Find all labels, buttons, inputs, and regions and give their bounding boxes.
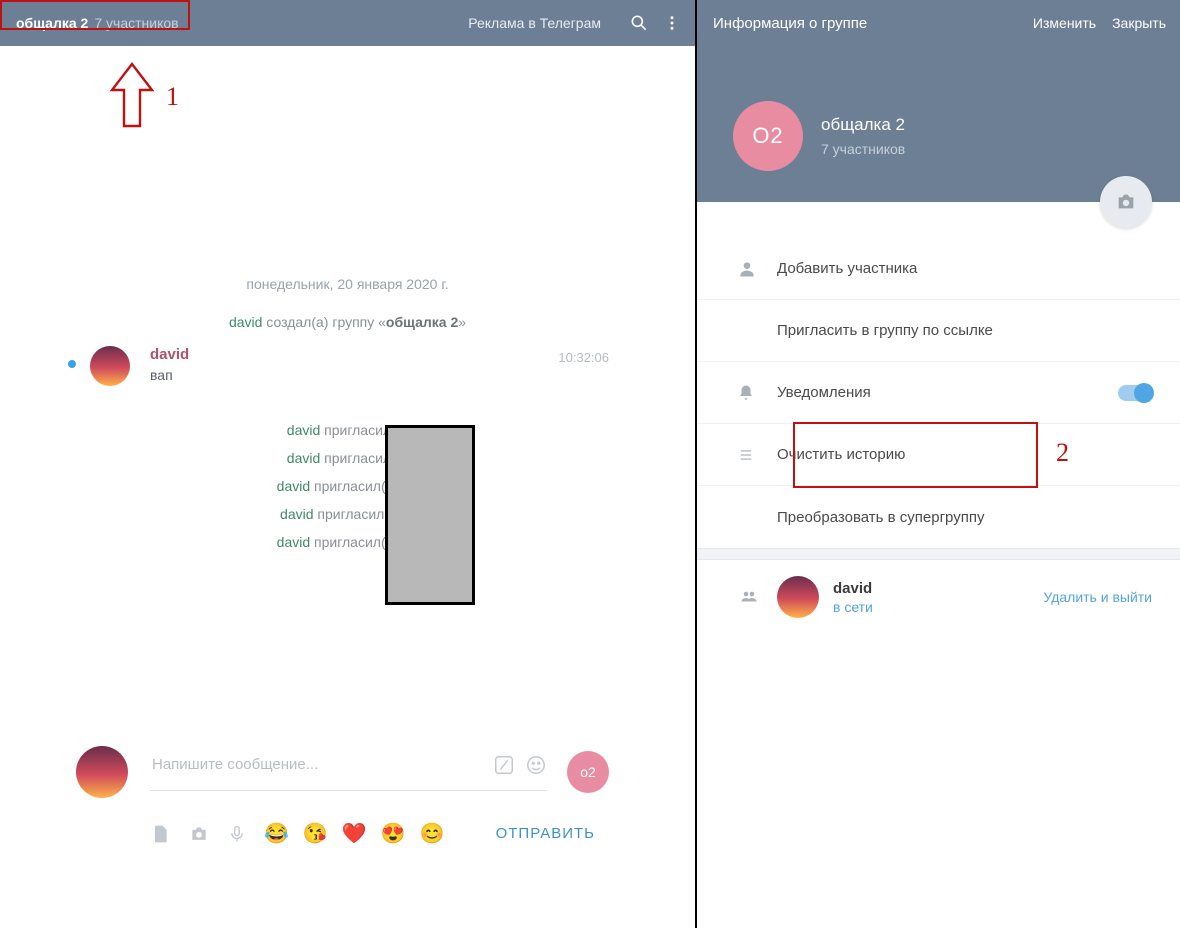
- send-button[interactable]: ОТПРАВИТЬ: [496, 825, 595, 842]
- camera-icon[interactable]: [188, 824, 210, 844]
- notifications-row[interactable]: Уведомления: [697, 362, 1180, 424]
- emoji-quick[interactable]: ❤️: [342, 821, 367, 846]
- more-icon[interactable]: [663, 13, 681, 33]
- user-link[interactable]: david: [287, 422, 320, 438]
- chat-area: понедельник, 20 января 2020 г. david соз…: [0, 46, 695, 550]
- system-invite: david пригласил(а) м: [0, 506, 695, 522]
- message-input[interactable]: [150, 755, 483, 774]
- group-avatar-small[interactable]: о2: [567, 751, 609, 793]
- emoji-quick[interactable]: 😘: [303, 821, 328, 846]
- clear-history-row[interactable]: Очистить историю: [697, 424, 1180, 486]
- set-photo-button[interactable]: [1100, 176, 1152, 228]
- system-created: david создал(а) группу «общалка 2»: [0, 314, 695, 330]
- member-name: david: [833, 580, 1043, 597]
- ad-link[interactable]: Реклама в Телеграм: [468, 15, 601, 31]
- info-pane: Информация о группе Изменить Закрыть О2 …: [695, 0, 1180, 928]
- system-invite: david пригласил(а) Vk: [0, 478, 695, 494]
- redacted-block: [385, 425, 475, 605]
- group-name: общалка 2: [821, 115, 905, 135]
- system-invite: david пригласил(а): [0, 422, 695, 438]
- member-row[interactable]: david в сети Удалить и выйти: [697, 560, 1180, 634]
- avatar[interactable]: [90, 346, 130, 386]
- message-time: 10:32:06: [558, 350, 609, 365]
- user-link[interactable]: david: [277, 534, 310, 550]
- menu-icon: [737, 448, 777, 462]
- invite-link-row[interactable]: Пригласить в группу по ссылке: [697, 300, 1180, 362]
- chat-pane: общалка 2 7 участников Реклама в Телегра…: [0, 0, 695, 928]
- info-header: Информация о группе Изменить Закрыть: [697, 0, 1180, 46]
- composer-tools: 😂 😘 ❤️ 😍 😊 ОТПРАВИТЬ: [150, 821, 595, 846]
- user-link[interactable]: david: [287, 450, 320, 466]
- message: david вап 10:32:06: [0, 342, 695, 410]
- message-sender[interactable]: david: [150, 346, 189, 363]
- info-list: Добавить участника Пригласить в группу п…: [697, 202, 1180, 634]
- emoji-quick[interactable]: 😍: [381, 821, 406, 846]
- format-icon[interactable]: [493, 754, 515, 776]
- user-link[interactable]: david: [280, 506, 313, 522]
- user-link[interactable]: david: [229, 314, 262, 330]
- chat-title[interactable]: общалка 2: [16, 15, 88, 31]
- group-avatar[interactable]: О2: [733, 101, 803, 171]
- emoji-icon[interactable]: [525, 754, 547, 776]
- person-icon: [737, 259, 777, 279]
- people-icon: [737, 588, 777, 606]
- bell-icon: [737, 383, 777, 403]
- chat-subtitle: 7 участников: [94, 15, 178, 31]
- user-link[interactable]: david: [277, 478, 310, 494]
- date-divider: понедельник, 20 января 2020 г.: [0, 276, 695, 292]
- chat-header: общалка 2 7 участников Реклама в Телегра…: [0, 0, 695, 46]
- section-gap: [697, 548, 1180, 560]
- member-status: в сети: [833, 599, 1043, 615]
- emoji-quick[interactable]: 😊: [420, 821, 445, 846]
- system-invite: david пригласил(а) Vk: [0, 534, 695, 550]
- notifications-toggle[interactable]: [1118, 385, 1152, 401]
- message-text: вап: [150, 367, 189, 383]
- search-icon[interactable]: [629, 13, 649, 33]
- leave-button[interactable]: Удалить и выйти: [1043, 589, 1152, 605]
- info-title: Информация о группе: [713, 15, 867, 32]
- edit-button[interactable]: Изменить: [1033, 15, 1096, 31]
- add-member-row[interactable]: Добавить участника: [697, 238, 1180, 300]
- group-banner: О2 общалка 2 7 участников: [697, 46, 1180, 202]
- attach-file-icon[interactable]: [150, 824, 170, 844]
- mic-icon[interactable]: [228, 823, 246, 845]
- emoji-quick[interactable]: 😂: [264, 821, 289, 846]
- group-members-count: 7 участников: [821, 141, 905, 157]
- system-invite: david пригласил(а): [0, 450, 695, 466]
- composer: о2: [76, 746, 609, 798]
- close-button[interactable]: Закрыть: [1112, 15, 1166, 31]
- convert-supergroup-row[interactable]: Преобразовать в супергруппу: [697, 486, 1180, 548]
- self-avatar[interactable]: [76, 746, 128, 798]
- member-avatar[interactable]: [777, 576, 819, 618]
- unread-dot-icon: [68, 360, 76, 368]
